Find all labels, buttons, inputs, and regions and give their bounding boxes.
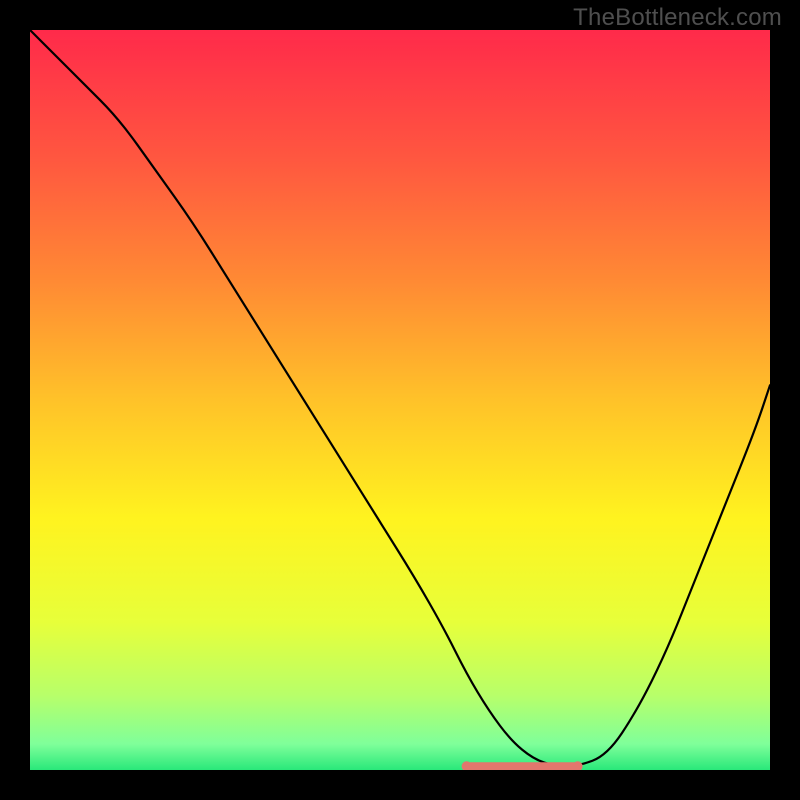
chart-frame: TheBottleneck.com: [0, 0, 800, 800]
bottleneck-chart: [30, 30, 770, 770]
plot-area: [30, 30, 770, 770]
watermark-text: TheBottleneck.com: [573, 4, 782, 32]
chart-background: [30, 30, 770, 770]
optimal-range-bar: [467, 762, 578, 770]
